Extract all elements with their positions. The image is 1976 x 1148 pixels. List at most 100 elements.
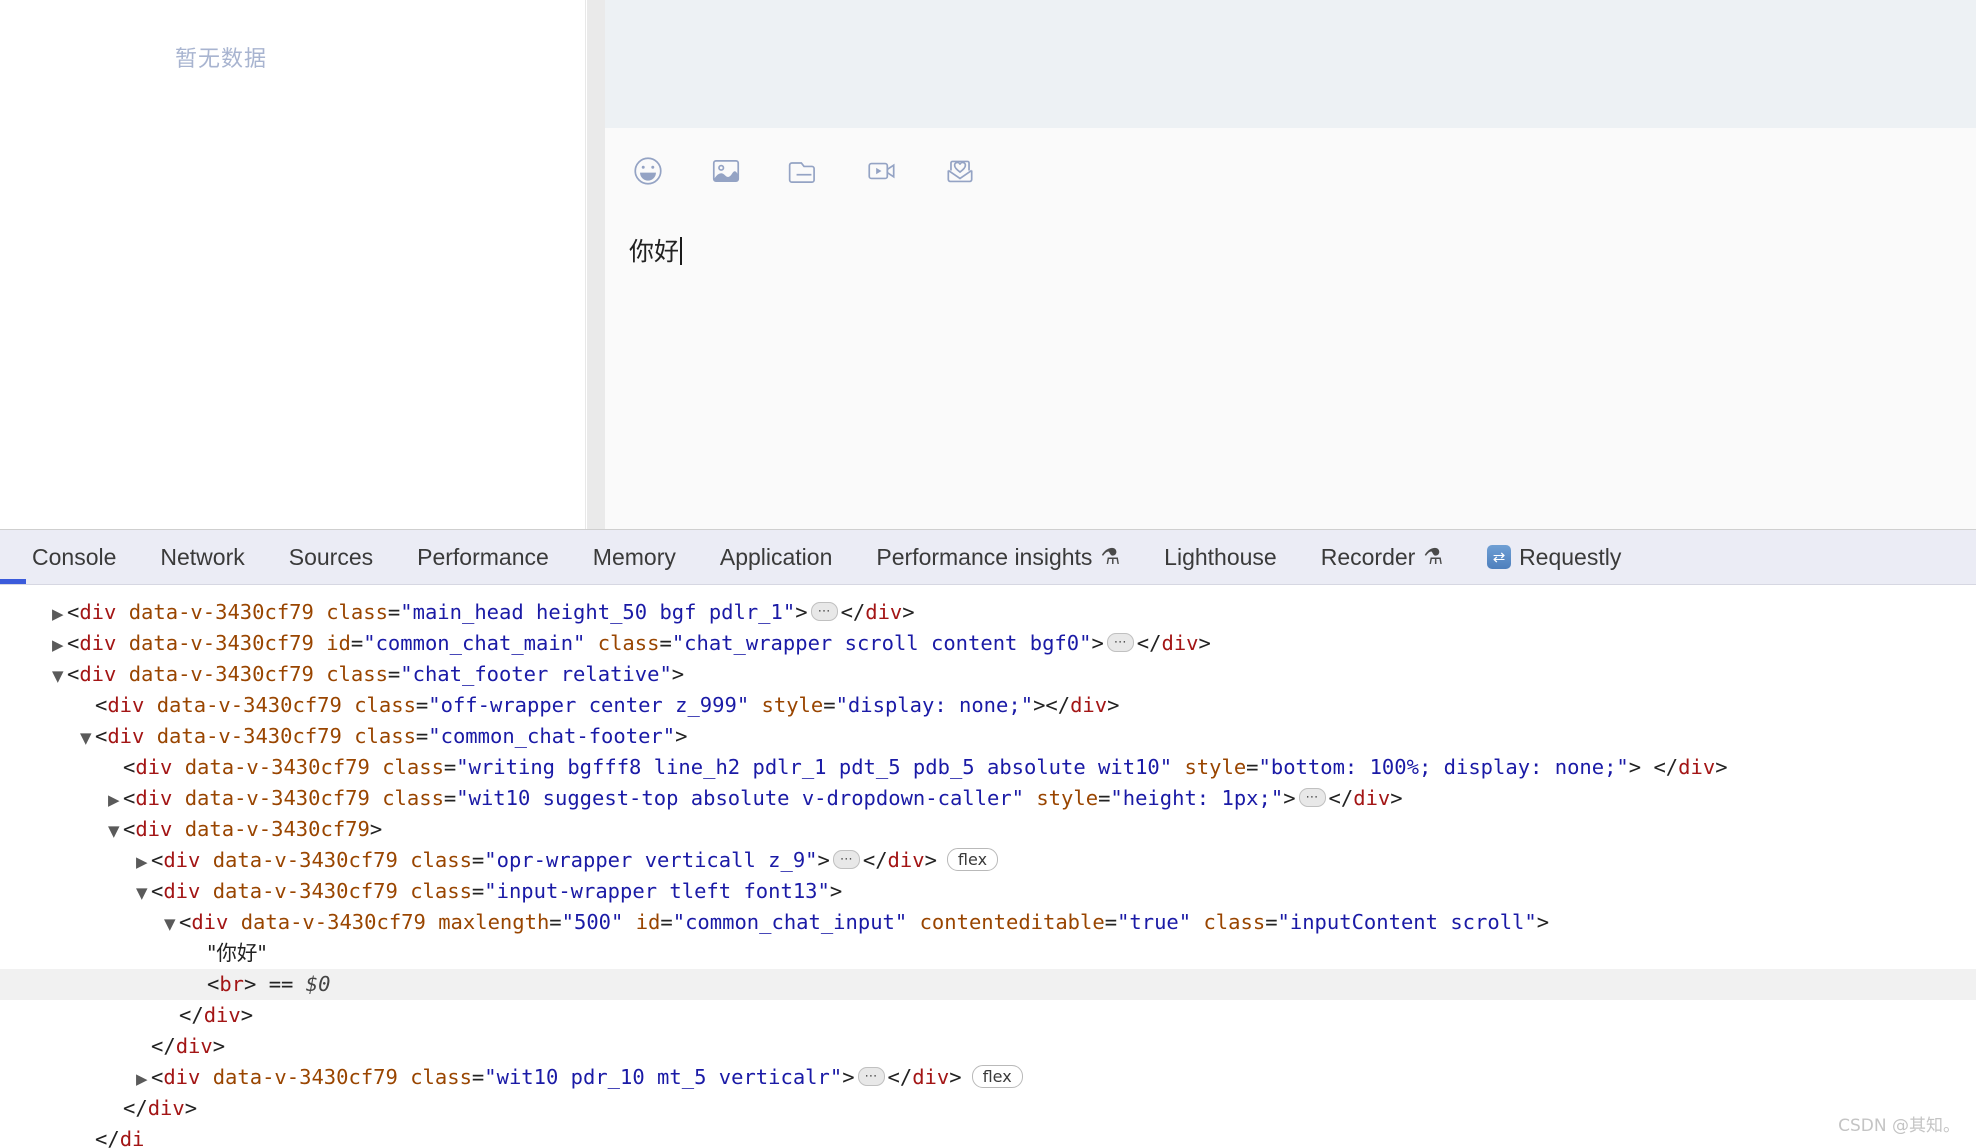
dom-node-writing[interactable]: ·<div data-v-3430cf79 class="writing bgf… [0, 752, 1976, 783]
devtools-panel: ConsoleNetworkSourcesPerformanceMemoryAp… [0, 529, 1976, 1148]
code-punct: > [675, 724, 687, 748]
code-punct: < [123, 786, 135, 810]
tab-console[interactable]: Console [10, 530, 138, 585]
code-attr: data-v-3430cf79 [213, 848, 398, 872]
collapsed-children-ellipsis[interactable]: ⋯ [1107, 633, 1134, 652]
code-tag: div [204, 1003, 241, 1027]
dom-node-close-input[interactable]: ·</div> [0, 1000, 1976, 1031]
dom-node-verticalr[interactable]: ▶<div data-v-3430cf79 class="wit10 pdr_1… [0, 1062, 1976, 1093]
video-icon[interactable] [863, 152, 901, 190]
code-tag: div [135, 817, 172, 841]
twisty-spacer: · [80, 692, 95, 723]
tab-lighthouse[interactable]: Lighthouse [1142, 530, 1299, 585]
code-punct: </ [841, 600, 866, 624]
code-attr: data-v-3430cf79 [185, 786, 370, 810]
code-punct: > [1537, 910, 1549, 934]
twisty-expanded-icon[interactable]: ▼ [108, 816, 123, 847]
dom-tree-view[interactable]: ▶<div data-v-3430cf79 class="main_head h… [0, 585, 1976, 1148]
code-attr: class [410, 1065, 472, 1089]
code-punct: ></ [1033, 693, 1070, 717]
tab-performance[interactable]: Performance [395, 530, 571, 585]
code-eq: = [351, 631, 363, 655]
code-punct: < [151, 848, 163, 872]
code-val: "chat_footer relative" [400, 662, 672, 686]
text-caret [680, 237, 682, 265]
flex-badge[interactable]: flex [972, 1065, 1023, 1088]
collapsed-children-ellipsis[interactable]: ⋯ [1299, 788, 1326, 807]
code-punct: </ [1137, 631, 1162, 655]
tab-requestly[interactable]: ⇄Requestly [1465, 530, 1643, 585]
dom-node-input-wrapper[interactable]: ▼<div data-v-3430cf79 class="input-wrapp… [0, 876, 1976, 907]
collapsed-children-ellipsis[interactable]: ⋯ [811, 602, 838, 621]
code-punct: > [925, 848, 937, 872]
chat-message-list[interactable] [605, 0, 1976, 128]
flex-badge[interactable]: flex [947, 848, 998, 871]
dom-node-close-footer2[interactable]: ·</div> [0, 1093, 1976, 1124]
left-conversation-panel[interactable]: 暂无数据 [0, 0, 586, 529]
emoji-icon[interactable] [629, 152, 667, 190]
twisty-expanded-icon[interactable]: ▼ [136, 878, 151, 909]
dom-node-opr-wrapper[interactable]: ▶<div data-v-3430cf79 class="opr-wrapper… [0, 845, 1976, 876]
code-punct: < [179, 910, 191, 934]
code-tag: div [148, 1096, 185, 1120]
code-attr: data-v-3430cf79 [241, 910, 426, 934]
code-attr: class [598, 631, 660, 655]
tab-memory[interactable]: Memory [571, 530, 698, 585]
dom-node-plain-div[interactable]: ▼<div data-v-3430cf79> [0, 814, 1976, 845]
dom-node-off-wrapper[interactable]: ·<div data-v-3430cf79 class="off-wrapper… [0, 690, 1976, 721]
twisty-expanded-icon[interactable]: ▼ [164, 909, 179, 940]
code-punct: < [67, 631, 79, 655]
code-punct: </ [179, 1003, 204, 1027]
twisty-collapsed-icon[interactable]: ▶ [136, 1064, 151, 1095]
code-attr: contenteditable [920, 910, 1105, 934]
dom-node-close-footer3[interactable]: ·</di [0, 1124, 1976, 1148]
twisty-expanded-icon[interactable]: ▼ [80, 723, 95, 754]
code-attr: style [1184, 755, 1246, 779]
code-val: "500" [562, 910, 624, 934]
code-attr: class [410, 848, 472, 872]
twisty-collapsed-icon[interactable]: ▶ [52, 599, 67, 630]
code-val: "common_chat-footer" [428, 724, 675, 748]
dom-node-chat_footer[interactable]: ▼<div data-v-3430cf79 class="chat_footer… [0, 659, 1976, 690]
tab-recorder[interactable]: Recorder⚗ [1299, 530, 1465, 585]
code-eq: = [388, 600, 400, 624]
dom-node-br-node[interactable]: ·<br> == $0 [0, 969, 1976, 1000]
collapsed-children-ellipsis[interactable]: ⋯ [858, 1067, 885, 1086]
code-attr: data-v-3430cf79 [129, 631, 314, 655]
chat-input-area[interactable]: 你好 [605, 214, 1976, 529]
folder-icon[interactable] [785, 152, 823, 190]
twisty-collapsed-icon[interactable]: ▶ [108, 785, 123, 816]
code-attr: style [762, 693, 824, 717]
code-tag: div [79, 631, 116, 655]
chat-toolbar [605, 128, 1976, 214]
dom-node-common_chat-footer[interactable]: ▼<div data-v-3430cf79 class="common_chat… [0, 721, 1976, 752]
devtools-tab-bar: ConsoleNetworkSourcesPerformanceMemoryAp… [0, 530, 1976, 585]
code-punct: > [1091, 631, 1103, 655]
dom-node-text-node[interactable]: ·"你好" [0, 938, 1976, 969]
tab-application[interactable]: Application [698, 530, 855, 585]
dom-node-suggest-top[interactable]: ▶<div data-v-3430cf79 class="wit10 sugge… [0, 783, 1976, 814]
collapsed-children-ellipsis[interactable]: ⋯ [833, 850, 860, 869]
twisty-expanded-icon[interactable]: ▼ [52, 661, 67, 692]
code-attr: data-v-3430cf79 [213, 1065, 398, 1089]
code-punct: > [672, 662, 684, 686]
twisty-collapsed-icon[interactable]: ▶ [52, 630, 67, 661]
code-attr: data-v-3430cf79 [213, 879, 398, 903]
code-punct: > [1199, 631, 1211, 655]
code-punct: > [949, 1065, 961, 1089]
code-tag: di [120, 1127, 145, 1148]
code-tag: div [163, 879, 200, 903]
twisty-collapsed-icon[interactable]: ▶ [136, 847, 151, 878]
code-eq: = [1105, 910, 1117, 934]
tab-sources[interactable]: Sources [267, 530, 395, 585]
code-punct: < [207, 972, 219, 996]
tab-performance-insights[interactable]: Performance insights⚗ [854, 530, 1142, 585]
dom-node-main_head[interactable]: ▶<div data-v-3430cf79 class="main_head h… [0, 597, 1976, 628]
dom-node-common_chat_input[interactable]: ▼<div data-v-3430cf79 maxlength="500" id… [0, 907, 1976, 938]
envelope-heart-icon[interactable] [941, 152, 979, 190]
code-attr: class [410, 879, 472, 903]
tab-network[interactable]: Network [138, 530, 266, 585]
image-icon[interactable] [707, 152, 745, 190]
dom-node-close-plain[interactable]: ·</div> [0, 1031, 1976, 1062]
dom-node-common_chat_main[interactable]: ▶<div data-v-3430cf79 id="common_chat_ma… [0, 628, 1976, 659]
